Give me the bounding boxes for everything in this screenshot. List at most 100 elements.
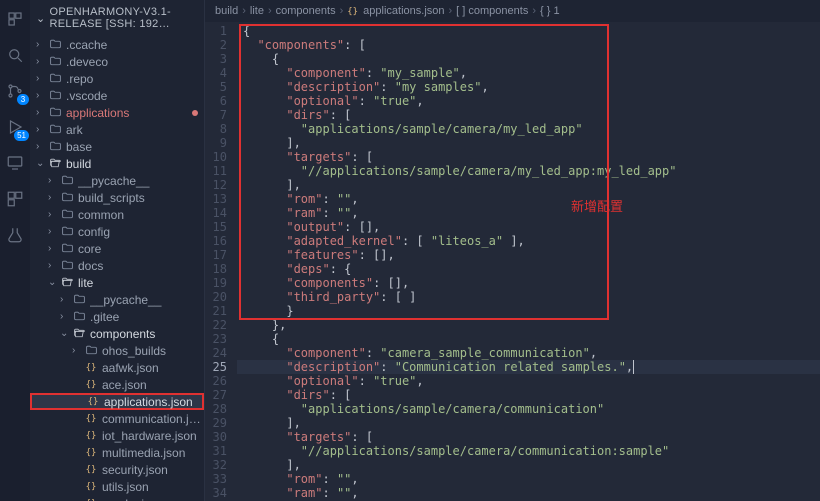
- tree-folder[interactable]: ›__pycache__: [30, 172, 204, 189]
- breadcrumb-item[interactable]: lite: [250, 5, 264, 17]
- tree-item-label: __pycache__: [90, 293, 204, 307]
- code-line[interactable]: "features": [],: [237, 248, 820, 262]
- code-line[interactable]: }: [237, 304, 820, 318]
- code-line[interactable]: "component": "my_sample",: [237, 66, 820, 80]
- tree-folder[interactable]: ›ohos_builds: [30, 342, 204, 359]
- code-line[interactable]: "//applications/sample/camera/my_led_app…: [237, 164, 820, 178]
- code-line[interactable]: },: [237, 318, 820, 332]
- breadcrumb-item[interactable]: build: [215, 5, 238, 17]
- code-line[interactable]: "components": [],: [237, 276, 820, 290]
- tree-folder[interactable]: ›common: [30, 206, 204, 223]
- code-line[interactable]: "deps": {: [237, 262, 820, 276]
- code-line[interactable]: "targets": [: [237, 430, 820, 444]
- tree-folder[interactable]: ⌄build: [30, 155, 204, 172]
- breadcrumb-item[interactable]: { } 1: [540, 5, 560, 17]
- tree-folder[interactable]: ›__pycache__: [30, 291, 204, 308]
- tree-item-label: lite: [78, 276, 204, 290]
- sidebar-header[interactable]: ⌄ OPENHARMONY-V3.1-RELEASE [SSH: 192…: [30, 0, 204, 36]
- tree-folder[interactable]: ›applications: [30, 104, 204, 121]
- code-line[interactable]: "dirs": [: [237, 388, 820, 402]
- tree-folder[interactable]: ⌄lite: [30, 274, 204, 291]
- tree-file[interactable]: {}vendor.json: [30, 495, 204, 501]
- breadcrumb-item[interactable]: {} applications.json: [347, 5, 444, 17]
- tree-file[interactable]: {}security.json: [30, 461, 204, 478]
- code-line[interactable]: ],: [237, 416, 820, 430]
- code-line[interactable]: "description": "Communication related sa…: [237, 360, 820, 374]
- tree-item-label: vendor.json: [102, 497, 204, 501]
- code-line[interactable]: "ram": "",: [237, 486, 820, 500]
- tree-item-label: communication.json: [102, 412, 204, 426]
- search-icon[interactable]: [4, 44, 26, 66]
- scm-badge: 3: [17, 94, 29, 105]
- code-line[interactable]: "rom": "",: [237, 192, 820, 206]
- tree-item-label: base: [66, 140, 204, 154]
- tree-item-label: security.json: [102, 463, 204, 477]
- tree-folder[interactable]: ⌄components: [30, 325, 204, 342]
- tree-item-label: aafwk.json: [102, 361, 204, 375]
- code-line[interactable]: "ram": "",: [237, 206, 820, 220]
- scm-icon[interactable]: 3: [4, 80, 26, 102]
- explorer-icon[interactable]: [4, 8, 26, 30]
- code-line[interactable]: "components": [: [237, 38, 820, 52]
- breadcrumb[interactable]: build›lite›components›{} applications.js…: [205, 0, 820, 22]
- tree-folder[interactable]: ›ark: [30, 121, 204, 138]
- code-line[interactable]: ],: [237, 458, 820, 472]
- tree-item-label: common: [78, 208, 204, 222]
- tree-item-label: ark: [66, 123, 204, 137]
- code-line[interactable]: {: [237, 332, 820, 346]
- run-icon[interactable]: 51: [4, 116, 26, 138]
- code-line[interactable]: "adapted_kernel": [ "liteos_a" ],: [237, 234, 820, 248]
- tree-folder[interactable]: ›build_scripts: [30, 189, 204, 206]
- tree-item-label: .gitee: [90, 310, 204, 324]
- code-line[interactable]: "dirs": [: [237, 108, 820, 122]
- tree-file[interactable]: {}applications.json: [30, 393, 204, 410]
- code-line[interactable]: "//applications/sample/camera/communicat…: [237, 444, 820, 458]
- tree-folder[interactable]: ›.repo: [30, 70, 204, 87]
- tree-folder[interactable]: ›.vscode: [30, 87, 204, 104]
- testing-icon[interactable]: [4, 224, 26, 246]
- breadcrumb-item[interactable]: components: [276, 5, 336, 17]
- extensions-icon[interactable]: [4, 188, 26, 210]
- tree-item-label: .deveco: [66, 55, 204, 69]
- tree-folder[interactable]: ›.ccache: [30, 36, 204, 53]
- code-line[interactable]: "optional": "true",: [237, 374, 820, 388]
- tree-folder[interactable]: ›base: [30, 138, 204, 155]
- code-line[interactable]: ],: [237, 136, 820, 150]
- tree-item-label: docs: [78, 259, 204, 273]
- tree-item-label: applications.json: [104, 395, 202, 409]
- code-line[interactable]: "rom": "",: [237, 472, 820, 486]
- tree-folder[interactable]: ›.gitee: [30, 308, 204, 325]
- code-area[interactable]: 新增配置 { "components": [ { "component": "m…: [237, 22, 820, 501]
- code-line[interactable]: "component": "camera_sample_communicatio…: [237, 346, 820, 360]
- code-line[interactable]: "optional": "true",: [237, 94, 820, 108]
- tree-item-label: ace.json: [102, 378, 204, 392]
- code-line[interactable]: "output": [],: [237, 220, 820, 234]
- tree-file[interactable]: {}iot_hardware.json: [30, 427, 204, 444]
- project-title: OPENHARMONY-V3.1-RELEASE [SSH: 192…: [50, 6, 198, 30]
- tree-folder[interactable]: ›core: [30, 240, 204, 257]
- tree-file[interactable]: {}aafwk.json: [30, 359, 204, 376]
- breadcrumb-item[interactable]: [ ] components: [456, 5, 528, 17]
- tree-file[interactable]: {}utils.json: [30, 478, 204, 495]
- tree-file[interactable]: {}communication.json: [30, 410, 204, 427]
- remote-icon[interactable]: [4, 152, 26, 174]
- tree-folder[interactable]: ›.deveco: [30, 53, 204, 70]
- sidebar: ⌄ OPENHARMONY-V3.1-RELEASE [SSH: 192… ›.…: [30, 0, 205, 501]
- code-line[interactable]: ],: [237, 178, 820, 192]
- editor[interactable]: 1234567891011121314151617181920212223242…: [205, 22, 820, 501]
- code-line[interactable]: "applications/sample/camera/communicatio…: [237, 402, 820, 416]
- code-line[interactable]: {: [237, 24, 820, 38]
- code-line[interactable]: "applications/sample/camera/my_led_app": [237, 122, 820, 136]
- code-line[interactable]: "third_party": [ ]: [237, 290, 820, 304]
- annotation-label: 新增配置: [571, 200, 623, 214]
- tree-item-label: .repo: [66, 72, 204, 86]
- code-line[interactable]: {: [237, 52, 820, 66]
- tree-file[interactable]: {}ace.json: [30, 376, 204, 393]
- tree-item-label: ohos_builds: [102, 344, 204, 358]
- tree-folder[interactable]: ›docs: [30, 257, 204, 274]
- code-line[interactable]: "description": "my samples",: [237, 80, 820, 94]
- tree-file[interactable]: {}multimedia.json: [30, 444, 204, 461]
- tree-item-label: components: [90, 327, 204, 341]
- tree-folder[interactable]: ›config: [30, 223, 204, 240]
- code-line[interactable]: "targets": [: [237, 150, 820, 164]
